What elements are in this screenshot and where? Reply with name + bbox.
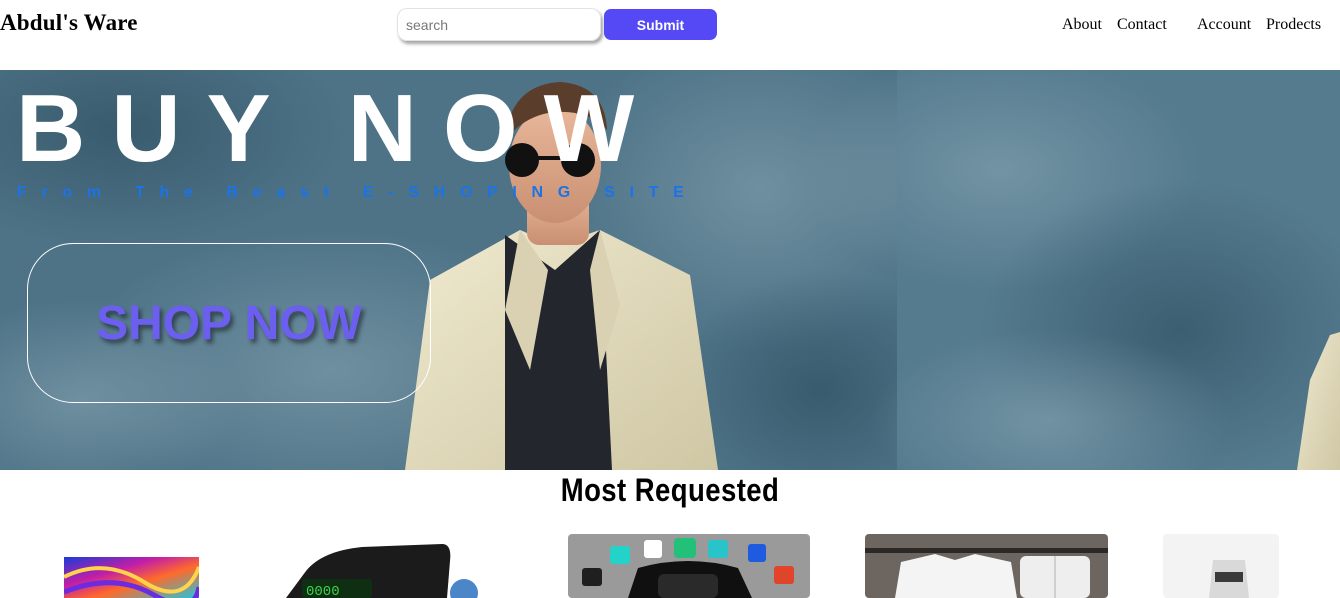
search-box bbox=[397, 8, 601, 41]
product-image-tshirt-set bbox=[865, 534, 1108, 598]
product-card-smartwatch[interactable] bbox=[568, 534, 810, 598]
hero-title: BUY NOW bbox=[16, 75, 661, 182]
product-image-earbuds: 0000 bbox=[282, 541, 482, 598]
hero-banner: BUY NOW From The Beast E-SHOPING SITE SH… bbox=[0, 70, 1340, 470]
submit-button[interactable]: Submit bbox=[604, 9, 717, 40]
product-image-tablet bbox=[64, 557, 199, 598]
product-card-earbuds[interactable]: 0000 bbox=[282, 541, 482, 598]
shop-now-label: SHOP NOW bbox=[96, 296, 362, 350]
nav-contact[interactable]: Contact bbox=[1117, 16, 1167, 34]
product-card-tablet[interactable] bbox=[64, 557, 199, 598]
product-image-smartwatch bbox=[568, 534, 810, 598]
nav-account[interactable]: Account bbox=[1197, 16, 1251, 34]
top-header: Abdul's Ware Submit About Contact Accoun… bbox=[0, 0, 1340, 70]
nav-products[interactable]: Prodects bbox=[1266, 16, 1321, 34]
site-logo[interactable]: Abdul's Ware bbox=[0, 10, 138, 36]
hero-subtitle: From The Beast E-SHOPING SITE bbox=[17, 184, 699, 201]
product-card-tshirt-set[interactable] bbox=[865, 534, 1108, 598]
product-image-blender bbox=[1163, 534, 1279, 598]
search-input[interactable] bbox=[397, 8, 601, 41]
most-requested-title: Most Requested bbox=[560, 472, 780, 508]
svg-text:0000: 0000 bbox=[306, 584, 340, 598]
nav-about[interactable]: About bbox=[1062, 16, 1102, 34]
shop-now-button[interactable]: SHOP NOW bbox=[27, 243, 431, 403]
product-card-blender[interactable] bbox=[1163, 534, 1279, 598]
